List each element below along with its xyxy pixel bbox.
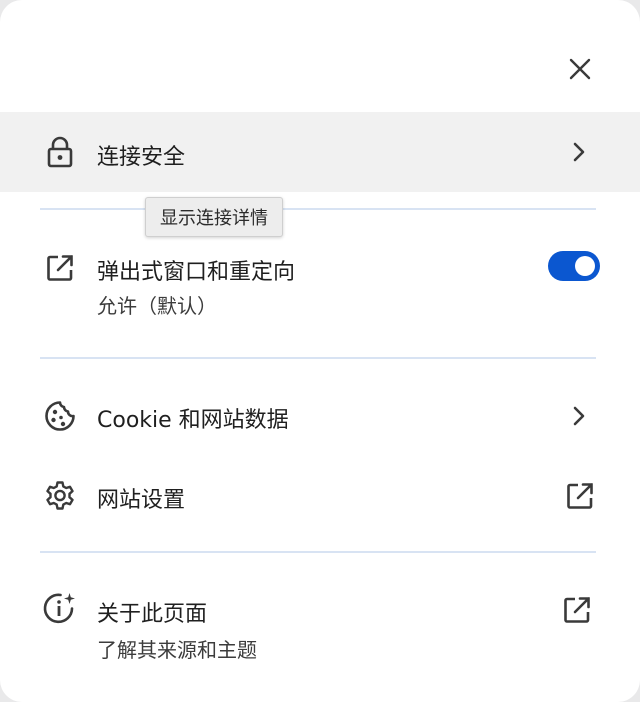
chevron-right-icon xyxy=(563,400,595,432)
divider xyxy=(40,357,596,359)
site-settings-row[interactable]: 网站设置 xyxy=(0,460,640,532)
popups-redirects-label: 弹出式窗口和重定向 xyxy=(97,260,296,285)
open-in-new-icon xyxy=(561,594,593,626)
close-icon xyxy=(569,58,591,80)
connection-security-row[interactable]: 连接安全 xyxy=(0,112,640,192)
open-in-new-icon xyxy=(42,250,78,286)
connection-details-tooltip: 显示连接详情 xyxy=(145,197,283,237)
divider xyxy=(40,208,596,210)
lock-icon xyxy=(42,134,78,170)
cookies-site-data-label: Cookie 和网站数据 xyxy=(97,408,289,433)
about-page-row[interactable]: 关于此页面 了解其来源和主题 xyxy=(0,574,640,674)
about-page-label: 关于此页面 xyxy=(97,602,208,627)
chevron-right-icon xyxy=(563,136,595,168)
cookies-site-data-row[interactable]: Cookie 和网站数据 xyxy=(0,380,640,452)
close-button[interactable] xyxy=(560,50,600,88)
cookie-icon xyxy=(42,398,78,434)
open-in-new-icon xyxy=(564,480,596,512)
divider xyxy=(40,551,596,553)
connection-security-label: 连接安全 xyxy=(97,145,186,170)
site-settings-label: 网站设置 xyxy=(97,488,186,513)
toggle-knob xyxy=(575,256,595,276)
popups-redirects-status: 允许（默认） xyxy=(97,294,217,318)
popups-toggle[interactable] xyxy=(548,251,600,281)
popups-redirects-row: 弹出式窗口和重定向 允许（默认） xyxy=(0,236,640,336)
site-info-panel: 连接安全 显示连接详情 弹出式窗口和重定向 允许（默认） Cookie 和网站数… xyxy=(0,0,640,702)
info-sparkle-icon xyxy=(42,591,78,627)
about-page-description: 了解其来源和主题 xyxy=(97,638,257,662)
gear-icon xyxy=(42,478,78,514)
